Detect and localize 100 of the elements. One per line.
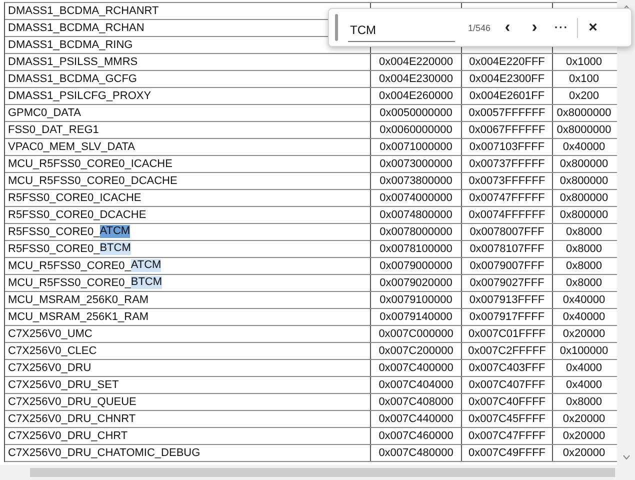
table-cell: 0x0073FFFFFF	[462, 173, 553, 189]
table-cell: 0x007C408000	[371, 394, 462, 410]
table-cell: 0x00747FFFFF	[462, 190, 553, 206]
table-cell: 0x0079020000	[371, 275, 462, 291]
table-cell: MCU_R5FSS0_CORE0_ATCM	[5, 258, 371, 274]
table-cell-text: 0x20000	[562, 327, 606, 342]
table-cell: 0x0078000000	[371, 224, 462, 240]
table-cell-text: 0x200	[568, 89, 600, 104]
table-cell: 0x004E220FFF	[462, 54, 553, 70]
table-cell: 0x007C47FFFF	[462, 428, 553, 444]
table-cell: DMASS1_PSILSS_MMRS	[5, 54, 371, 70]
table-cell: 0x007C01FFFF	[462, 326, 553, 342]
table-cell: C7X256V0_DRU_SET	[5, 377, 371, 393]
table-cell: 0x0074800000	[371, 207, 462, 223]
more-button[interactable]: ···	[548, 16, 575, 38]
table-cell: 0x007C200000	[371, 343, 462, 359]
table-cell: 0x0060000000	[371, 122, 462, 138]
table-cell: DMASS1_BCDMA_GCFG	[5, 71, 371, 87]
table-cell: 0x0057FFFFFF	[462, 105, 553, 121]
table-cell: C7X256V0_UMC	[5, 326, 371, 342]
table-cell: R5FSS0_CORE0_ICACHE	[5, 190, 371, 206]
table-cell-text: 0x20000	[562, 446, 606, 461]
table-cell: 0x0074000000	[371, 190, 462, 206]
vertical-scrollbar[interactable]	[617, 0, 635, 465]
table-cell: 0x004E230000	[371, 71, 462, 87]
next-button[interactable]: ›	[521, 16, 548, 38]
table-cell: C7X256V0_DRU_CHNRT	[5, 411, 371, 427]
table-cell-text: 0x4000	[564, 378, 604, 393]
table-cell-text: 0x1000	[564, 55, 604, 70]
table-cell: C7X256V0_DRU_CHATOMIC_DEBUG	[5, 445, 371, 461]
table-cell: 0x004E260000	[371, 88, 462, 104]
table-cell-text: 0x8000	[564, 276, 604, 291]
table-cell-text: 0x8000	[564, 225, 604, 240]
table-cell: 0x0067FFFFFF	[462, 122, 553, 138]
table-cell-text: 0x800000	[558, 208, 610, 223]
table-cell: 0x007C45FFFF	[462, 411, 553, 427]
table-cell: 0x007913FFFF	[462, 292, 553, 308]
table-cell: 0x0079140000	[371, 309, 462, 325]
table-cell: 0x0079000000	[371, 258, 462, 274]
table-cell: 0x007C403FFF	[462, 360, 553, 376]
table-cell: 0x007C440000	[371, 411, 462, 427]
match-count: 1/546	[468, 22, 492, 32]
table-cell: 0x007C404000	[371, 377, 462, 393]
table-cell-text: 0x8000	[564, 242, 604, 257]
table-cell: 0x0071000000	[371, 139, 462, 155]
table-cell: 0x0074FFFFFF	[462, 207, 553, 223]
table-cell: C7X256V0_CLEC	[5, 343, 371, 359]
table-cell-text: 0x800000	[558, 191, 610, 206]
table-cell: 0x0078107FFF	[462, 241, 553, 257]
table-cell: C7X256V0_DRU_QUEUE	[5, 394, 371, 410]
table-cell: MCU_R5FSS0_CORE0_DCACHE	[5, 173, 371, 189]
table-cell: MCU_R5FSS0_CORE0_BTCM	[5, 275, 371, 291]
table-cell: 0x0073000000	[371, 156, 462, 172]
table-cell-text: 0x8000000	[556, 123, 612, 138]
table-cell: 0x007C407FFF	[462, 377, 553, 393]
table-cell: 0x007103FFFF	[462, 139, 553, 155]
table-cell: 0x0078100000	[371, 241, 462, 257]
table-cell: 0x0078007FFF	[462, 224, 553, 240]
table-cell: 0x007C000000	[371, 326, 462, 342]
table-cell-text: 0x40000	[562, 140, 606, 155]
table-cell: 0x007C40FFFF	[462, 394, 553, 410]
table-cell-text: 0x8000	[564, 395, 604, 410]
table-cell-text: 0x20000	[562, 429, 606, 444]
table-cell: MCU_MSRAM_256K1_RAM	[5, 309, 371, 325]
table-cell-text: 0x8000	[564, 259, 604, 274]
table-cell: 0x007C460000	[371, 428, 462, 444]
table-cell: 0x0079100000	[371, 292, 462, 308]
table-cell-text: 0x40000	[562, 293, 606, 308]
previous-button[interactable]: ‹	[494, 16, 521, 38]
table-cell: 0x0079007FFF	[462, 258, 553, 274]
table-cell-text: 0x800000	[558, 174, 610, 189]
table-cell: 0x004E220000	[371, 54, 462, 70]
table-cell: MCU_R5FSS0_CORE0_ICACHE	[5, 156, 371, 172]
table-cell: 0x007C49FFFF	[462, 445, 553, 461]
table-cell: 0x007917FFFF	[462, 309, 553, 325]
table-cell: 0x004E2601FF	[462, 88, 553, 104]
close-button[interactable]: ×	[580, 16, 606, 38]
table-cell: C7X256V0_DRU_CHRT	[5, 428, 371, 444]
table-cell-text: 0x4000	[564, 361, 604, 376]
table-cell: GPMC0_DATA	[5, 105, 371, 121]
table-cell: 0x007C480000	[371, 445, 462, 461]
table-cell: 0x0079027FFF	[462, 275, 553, 291]
scroll-down-icon[interactable]	[622, 453, 630, 462]
table-cell: 0x007C400000	[371, 360, 462, 376]
table-cell: R5FSS0_CORE0_BTCM	[5, 241, 371, 257]
table-cell-text: 0x8000000	[556, 106, 612, 121]
table-cell: 0x007C2FFFFF	[462, 343, 553, 359]
table-cell: VPAC0_MEM_SLV_DATA	[5, 139, 371, 155]
table-cell-text: 0x100	[568, 72, 600, 87]
table-cell-text: 0x100000	[558, 344, 610, 359]
horizontal-scrollbar[interactable]	[0, 465, 635, 480]
table-cell: 0x004E2300FF	[462, 71, 553, 87]
table-cell: DMASS1_PSILCFG_PROXY	[5, 88, 371, 104]
table-cell-text: 0x40000	[562, 310, 606, 325]
table-cell: 0x0050000000	[371, 105, 462, 121]
table-cell-text: 0x800000	[558, 157, 610, 172]
table-cell: R5FSS0_CORE0_DCACHE	[5, 207, 371, 223]
table-cell: C7X256V0_DRU	[5, 360, 371, 376]
table-cell: 0x00737FFFFF	[462, 156, 553, 172]
table-cell: MCU_MSRAM_256K0_RAM	[5, 292, 371, 308]
